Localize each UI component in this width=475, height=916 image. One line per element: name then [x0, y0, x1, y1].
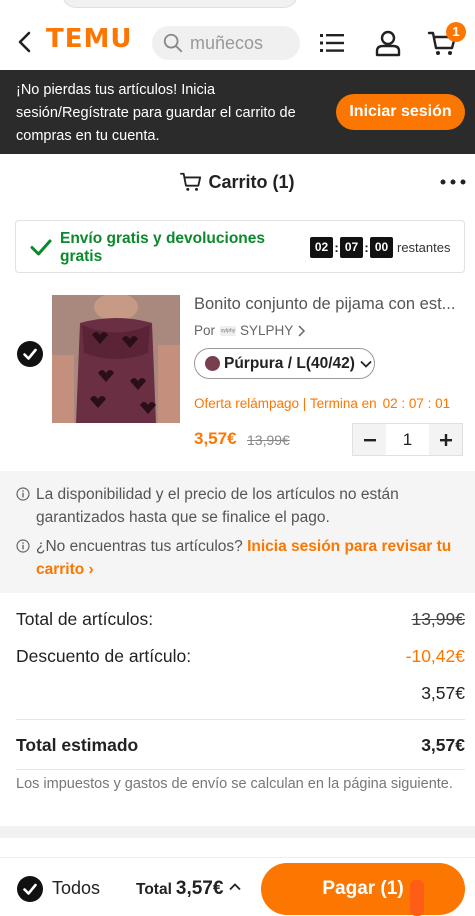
chevron-right-icon [298, 324, 306, 337]
chevron-down-icon [360, 360, 372, 368]
availability-text: La disponibilidad y el precio de los art… [36, 486, 399, 526]
temu-logo[interactable]: TEMU [46, 24, 132, 54]
footer-total-value: 3,57€ [175, 878, 224, 899]
discount-label: Descuento de artículo: [16, 646, 192, 666]
chevron-up-icon [229, 883, 242, 891]
variant-label: Púrpura / L(40/42) [224, 354, 355, 372]
quantity-value[interactable]: 1 [386, 424, 429, 455]
timer-minutes: 07 [340, 237, 363, 258]
cart-count-badge: 1 [446, 22, 466, 42]
variant-selector[interactable]: Púrpura / L(40/42) [194, 348, 375, 379]
store-logo: sylphy [220, 325, 237, 336]
cart-title-text: Carrito (1) [208, 171, 295, 192]
account-icon[interactable] [373, 28, 403, 58]
footer-total[interactable]: Total 3,57€ [136, 878, 242, 900]
plus-icon [439, 433, 452, 446]
checkout-footer: Todos Total 3,57€ Pagar (1) [0, 857, 475, 916]
chevron-right-icon: › [84, 561, 94, 578]
decrease-quantity-button[interactable] [353, 424, 386, 455]
quantity-stepper: 1 [352, 423, 463, 456]
by-label: Por [194, 323, 216, 338]
tax-note: Los impuestos y gastos de envío se calcu… [16, 776, 453, 792]
items-total-label: Total de artículos: [16, 609, 154, 629]
free-shipping-text: Envío gratis y devoluciones gratis [60, 230, 266, 265]
login-button[interactable]: Iniciar sesión [336, 94, 465, 130]
login-banner: ¡No pierdas tus artículos! Inicia sesión… [0, 70, 475, 154]
items-total-value: 13,99€ [411, 609, 465, 629]
estimated-total-label: Total estimado [16, 735, 139, 755]
search-bar[interactable] [152, 26, 300, 60]
info-icon [16, 487, 30, 501]
variant-thumbnail [205, 356, 220, 371]
top-pill [62, 0, 298, 8]
cart-icon [180, 172, 202, 191]
info-icon [16, 539, 30, 553]
footer-total-label: Total [136, 881, 172, 898]
availability-note: La disponibilidad y el precio de los art… [16, 483, 466, 529]
top-strip [0, 0, 475, 14]
free-shipping-box: Envío gratis y devoluciones gratis 02 : … [15, 220, 465, 273]
subtotal-value: 3,57€ [421, 683, 465, 703]
missing-items-prefix: ¿No encuentras tus artículos? [36, 538, 243, 555]
flash-deal-label: Oferta relámpago | Termina en [194, 396, 377, 411]
missing-items-note: ¿No encuentras tus artículos? Inicia ses… [16, 535, 466, 581]
pay-button[interactable]: Pagar (1) [261, 863, 465, 915]
select-all-label[interactable]: Todos [52, 878, 100, 899]
checkmark-icon [30, 239, 52, 256]
product-title[interactable]: Bonito conjunto de pijama con est... [194, 295, 464, 314]
header: TEMU 1 [0, 14, 475, 70]
missing-items-text: ¿No encuentras tus artículos? Inicia ses… [36, 535, 466, 581]
section-separator [0, 826, 475, 838]
discount-row: Descuento de artículo: -10,42€ [16, 646, 466, 667]
flash-deal: Oferta relámpago | Termina en 02 : 07 : 0… [194, 396, 450, 411]
product-image[interactable] [52, 295, 180, 423]
timer-label: restantes [397, 240, 451, 255]
touch-marker [410, 880, 424, 916]
check-icon [23, 348, 37, 360]
product-photo-illustration [52, 295, 180, 423]
divider [16, 769, 465, 770]
cart-title-row: Carrito (1) [0, 154, 475, 210]
item-original-price: 13,99€ [247, 432, 290, 448]
increase-quantity-button[interactable] [429, 424, 462, 455]
flash-deal-time: 02 : 07 : 01 [382, 396, 451, 411]
estimated-total-value: 3,57€ [421, 735, 465, 755]
check-icon [23, 883, 37, 895]
store-link[interactable]: Por sylphy SYLPHY [194, 323, 306, 338]
item-price: 3,57€ [194, 429, 237, 448]
countdown-timer: 02 : 07 : 00 restantes [310, 237, 450, 258]
cart-title: Carrito (1) [0, 171, 475, 193]
search-icon [163, 33, 183, 53]
discount-value: -10,42€ [405, 646, 465, 666]
store-name: SYLPHY [240, 323, 294, 338]
item-select-checkbox[interactable] [17, 341, 43, 367]
select-all-checkbox[interactable] [17, 876, 43, 902]
timer-colon: : [334, 240, 339, 255]
info-panel: La disponibilidad y el precio de los art… [0, 471, 475, 593]
divider [16, 719, 465, 720]
more-options-icon[interactable] [438, 178, 468, 186]
timer-seconds: 00 [370, 237, 393, 258]
search-input[interactable] [190, 32, 290, 54]
estimated-total-row: Total estimado 3,57€ [16, 735, 466, 756]
cart-item: Bonito conjunto de pijama con est... Por… [0, 285, 475, 465]
menu-list-icon[interactable] [317, 28, 347, 58]
back-arrow-icon[interactable] [14, 30, 38, 54]
timer-colon: : [364, 240, 369, 255]
items-total-row: Total de artículos: 13,99€ [16, 609, 466, 630]
timer-hours: 02 [310, 237, 333, 258]
login-banner-text: ¡No pierdas tus artículos! Inicia sesión… [16, 82, 296, 144]
minus-icon [363, 438, 376, 441]
